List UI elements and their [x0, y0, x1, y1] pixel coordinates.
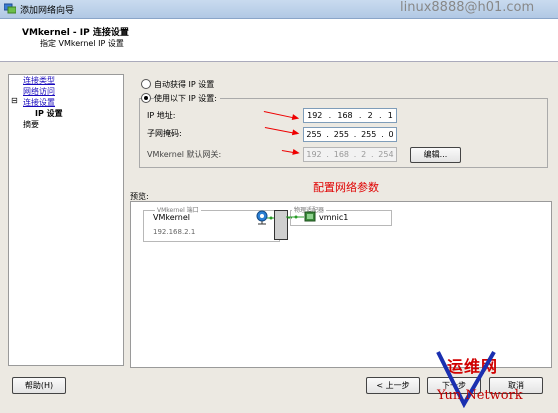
ip-octet: 168 — [337, 111, 353, 120]
network-wizard-icon — [4, 3, 16, 14]
mask-octet: 255 — [333, 130, 350, 139]
ip-dot: . — [381, 130, 384, 139]
gateway-octet: 168 — [333, 150, 350, 159]
ip-dot: . — [378, 111, 382, 120]
nav-item-summary: 摘要 — [23, 120, 39, 129]
edit-gateway-button[interactable]: 编辑... — [410, 147, 461, 163]
window-title: 添加网络向导 — [20, 6, 75, 16]
vmnic-label: vmnic1 — [319, 213, 349, 222]
vmkernel-name: VMkernel — [153, 213, 191, 222]
ip-dot: . — [353, 150, 357, 159]
nic-icon — [286, 211, 316, 222]
page-subtitle: 指定 VMkernel IP 设置 — [40, 39, 124, 48]
ip-address-label: IP 地址: — [147, 111, 176, 120]
mask-octet: 255 — [306, 130, 322, 139]
watermark-en: Yun Network — [437, 388, 523, 403]
nav-item-ip-settings: IP 设置 — [35, 109, 63, 118]
ip-dot: . — [358, 111, 362, 120]
auto-ip-label: 自动获得 IP 设置 — [154, 80, 215, 89]
nav-item-connection-settings[interactable]: 连接设置 — [23, 97, 55, 108]
watermark-top: linux8888@h01.com — [400, 0, 535, 15]
ip-dot: . — [326, 150, 329, 159]
nav-item-connection-type[interactable]: 连接类型 — [23, 75, 55, 86]
wizard-nav: 连接类型 网络访问 ⊟ 连接设置 IP 设置 摘要 — [8, 74, 124, 366]
collapse-icon[interactable]: ⊟ — [11, 96, 18, 105]
help-button[interactable]: 帮助(H) — [12, 377, 66, 394]
ip-address-input[interactable]: 192. 168. 2. 1 — [303, 108, 397, 123]
ip-octet: 192 — [307, 111, 323, 120]
gateway-octet: 192 — [306, 150, 322, 159]
ip-dot: . — [370, 150, 374, 159]
gateway-octet: 254 — [378, 150, 394, 159]
auto-ip-radio[interactable] — [141, 79, 151, 89]
mask-octet: 0 — [388, 130, 394, 139]
manual-ip-label: 使用以下 IP 设置: — [154, 93, 220, 104]
gateway-octet: 2 — [361, 150, 367, 159]
ip-dot: . — [353, 130, 357, 139]
subnet-mask-label: 子网掩码: — [147, 129, 182, 138]
ip-octet: 2 — [367, 111, 373, 120]
nav-item-network-access[interactable]: 网络访问 — [23, 86, 55, 97]
gateway-label: VMkernel 默认网关: — [147, 150, 222, 159]
gateway-input[interactable]: 192. 168. 2. 254 — [303, 147, 397, 162]
mask-octet: 255 — [361, 130, 377, 139]
page-title: VMkernel - IP 连接设置 — [22, 28, 129, 38]
annotation-text: 配置网络参数 — [313, 181, 379, 194]
vmkernel-ip: 192.168.2.1 — [153, 228, 196, 236]
manual-ip-radio[interactable] — [141, 93, 151, 103]
subnet-mask-input[interactable]: 255. 255. 255. 0 — [303, 127, 397, 142]
ip-octet: 1 — [387, 111, 393, 120]
ip-dot: . — [326, 130, 329, 139]
ip-dot: . — [328, 111, 332, 120]
back-button[interactable]: < 上一步 — [366, 377, 420, 394]
